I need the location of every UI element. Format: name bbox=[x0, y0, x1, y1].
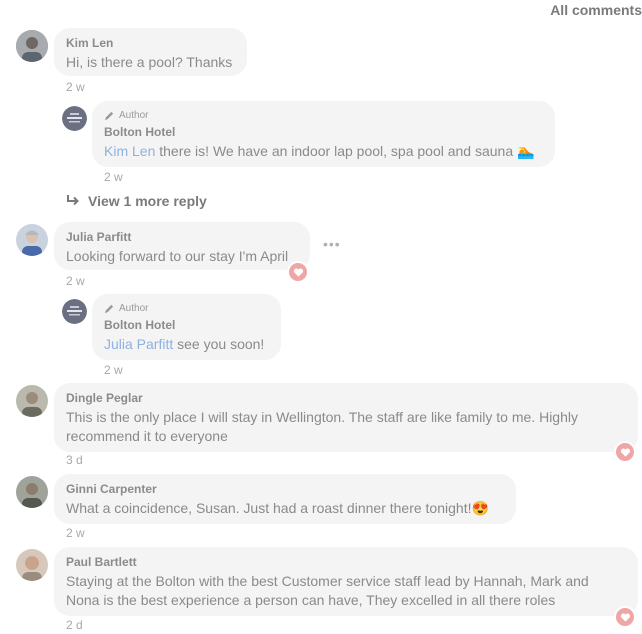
avatar-photo bbox=[16, 385, 48, 417]
avatar[interactable] bbox=[16, 385, 48, 417]
avatar-photo bbox=[16, 476, 48, 508]
avatar[interactable] bbox=[16, 476, 48, 508]
pencil-icon bbox=[104, 304, 114, 314]
author-label: Author bbox=[119, 303, 149, 314]
comment-time[interactable]: 3 d bbox=[66, 453, 83, 467]
commenter-name[interactable]: Julia Parfitt bbox=[66, 230, 298, 245]
comment-time[interactable]: 2 d bbox=[66, 618, 83, 632]
hotel-logo-icon bbox=[62, 106, 87, 131]
heart-icon bbox=[620, 448, 630, 457]
comment-text: Hi, is there a pool? Thanks bbox=[66, 54, 233, 70]
heart-reaction[interactable] bbox=[614, 606, 636, 628]
commenter-name[interactable]: Ginni Carpenter bbox=[66, 482, 504, 497]
comment-time[interactable]: 2 w bbox=[66, 526, 85, 540]
commenter-name[interactable]: Dingle Peglar bbox=[66, 391, 626, 406]
comment-text: Looking forward to our stay I'm April bbox=[66, 248, 289, 264]
commenter-name[interactable]: Bolton Hotel bbox=[104, 318, 269, 333]
commenter-name[interactable]: Kim Len bbox=[66, 36, 235, 51]
commenter-name[interactable]: Paul Bartlett bbox=[66, 555, 626, 570]
comment-text: This is the only place I will stay in We… bbox=[66, 409, 578, 444]
comment-text: Staying at the Bolton with the best Cust… bbox=[66, 573, 589, 608]
mention-link[interactable]: Kim Len bbox=[104, 143, 155, 159]
comment-bubble: Kim Len Hi, is there a pool? Thanks bbox=[54, 28, 247, 76]
comment-time[interactable]: 2 w bbox=[104, 363, 123, 377]
heart-icon bbox=[293, 268, 303, 277]
author-badge: Author bbox=[104, 302, 269, 315]
view-more-replies-link[interactable]: View 1 more reply bbox=[66, 193, 207, 209]
comment-time[interactable]: 2 w bbox=[66, 80, 85, 94]
author-badge: Author bbox=[104, 109, 543, 122]
sort-dropdown[interactable]: All comments bbox=[550, 2, 642, 18]
hotel-logo-icon bbox=[62, 299, 87, 324]
avatar[interactable] bbox=[16, 549, 48, 581]
comment-time[interactable]: 2 w bbox=[66, 274, 85, 288]
comment-bubble: Author Bolton Hotel Julia Parfitt see yo… bbox=[92, 294, 281, 360]
comment-bubble: Ginni Carpenter What a coincidence, Susa… bbox=[54, 474, 516, 524]
mention-link[interactable]: Julia Parfitt bbox=[104, 336, 173, 352]
avatar[interactable] bbox=[16, 30, 48, 62]
author-label: Author bbox=[119, 110, 149, 121]
avatar[interactable] bbox=[62, 299, 87, 324]
avatar-photo bbox=[16, 224, 48, 256]
pencil-icon bbox=[104, 111, 114, 121]
avatar[interactable] bbox=[16, 224, 48, 256]
avatar-photo bbox=[16, 549, 48, 581]
avatar-photo bbox=[16, 30, 48, 62]
heart-icon bbox=[620, 613, 630, 622]
comment-text: What a coincidence, Susan. Just had a ro… bbox=[66, 500, 489, 516]
comment-text-body: there is! We have an indoor lap pool, sp… bbox=[155, 143, 535, 159]
comment-bubble: Author Bolton Hotel Kim Len there is! We… bbox=[92, 101, 555, 167]
more-options-icon[interactable]: ••• bbox=[323, 236, 341, 252]
commenter-name[interactable]: Bolton Hotel bbox=[104, 125, 543, 140]
comment-bubble: Dingle Peglar This is the only place I w… bbox=[54, 383, 638, 452]
comment-bubble: Julia Parfitt Looking forward to our sta… bbox=[54, 222, 310, 270]
reply-arrow-icon bbox=[67, 195, 79, 206]
comment-time[interactable]: 2 w bbox=[104, 170, 123, 184]
comment-text: Julia Parfitt see you soon! bbox=[104, 335, 269, 354]
avatar[interactable] bbox=[62, 106, 87, 131]
comment-text: Kim Len there is! We have an indoor lap … bbox=[104, 142, 543, 161]
comment-text-body: see you soon! bbox=[173, 336, 265, 352]
heart-reaction[interactable] bbox=[614, 441, 636, 463]
view-more-label: View 1 more reply bbox=[88, 193, 207, 209]
heart-reaction[interactable] bbox=[287, 261, 309, 283]
comment-bubble: Paul Bartlett Staying at the Bolton with… bbox=[54, 547, 638, 616]
